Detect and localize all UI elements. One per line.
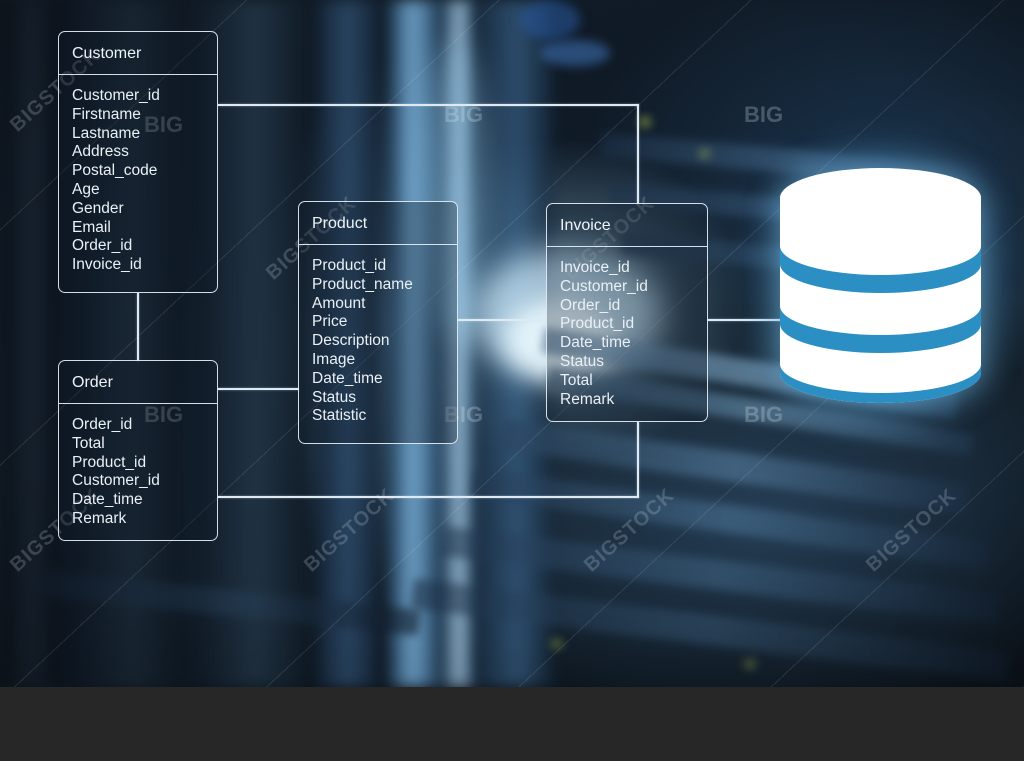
relation-customer-order xyxy=(137,293,139,361)
field: Product_id xyxy=(312,257,387,274)
field: Description xyxy=(312,332,390,350)
field: Order_id xyxy=(560,296,621,314)
entity-invoice-title: Invoice xyxy=(547,204,707,247)
database-cylinder-icon xyxy=(736,128,1024,446)
field: Status xyxy=(312,388,356,406)
entity-order-fields: Order_id Total Product_id Customer_id Da… xyxy=(59,404,217,539)
field: Date_time xyxy=(560,334,631,352)
field: Product_id xyxy=(560,315,635,333)
er-diagram: Customer Customer_id Firstname Lastname … xyxy=(0,0,1024,687)
entity-customer-title: Customer xyxy=(59,32,217,75)
field: Price xyxy=(312,313,348,331)
relation-order-invoice xyxy=(637,422,639,498)
field: Email xyxy=(72,218,111,236)
footer-bar: BIGSTOCK Image ID: 173377988 bigstock.co… xyxy=(0,687,1024,761)
relation-customer-invoice xyxy=(637,104,639,204)
entity-product[interactable]: Product Product_id Product_name Amount P… xyxy=(298,201,458,444)
field: Image xyxy=(312,350,356,368)
field: Firstname xyxy=(72,105,141,123)
relation-product-invoice xyxy=(458,319,546,321)
screenshot-root: BIG BIG BIG BIG BIG BIG BIGSTOCK BIGSTOC… xyxy=(0,0,1024,761)
field: Total xyxy=(72,434,105,452)
field: Remark xyxy=(72,509,127,527)
field: Product_id xyxy=(72,453,147,471)
database-cylinder-svg xyxy=(780,168,981,403)
entity-order-title: Order xyxy=(59,361,217,404)
field: Gender xyxy=(72,199,124,217)
field: Invoice_id xyxy=(72,256,142,274)
field: Customer_id xyxy=(72,87,160,104)
field: Customer_id xyxy=(560,277,648,295)
field: Date_time xyxy=(312,369,383,387)
entity-customer-fields: Customer_id Firstname Lastname Address P… xyxy=(59,75,217,285)
field: Order_id xyxy=(72,237,133,255)
entity-order[interactable]: Order Order_id Total Product_id Customer… xyxy=(58,360,218,541)
field: Age xyxy=(72,180,100,198)
field: Amount xyxy=(312,294,366,312)
field: Customer_id xyxy=(72,472,160,490)
field: Date_time xyxy=(72,491,143,509)
field: Invoice_id xyxy=(560,259,630,276)
field: Product_name xyxy=(312,275,413,293)
entity-product-fields: Product_id Product_name Amount Price Des… xyxy=(299,245,457,436)
field: Order_id xyxy=(72,416,133,433)
field: Total xyxy=(560,371,593,389)
field: Remark xyxy=(560,390,615,408)
entity-customer[interactable]: Customer Customer_id Firstname Lastname … xyxy=(58,31,218,293)
field: Postal_code xyxy=(72,162,158,180)
entity-invoice[interactable]: Invoice Invoice_id Customer_id Order_id … xyxy=(546,203,708,422)
relation-order-product xyxy=(218,388,299,390)
field: Address xyxy=(72,143,129,161)
relation-order-invoice xyxy=(218,496,639,498)
field: Status xyxy=(560,352,604,370)
entity-invoice-fields: Invoice_id Customer_id Order_id Product_… xyxy=(547,247,707,419)
relation-customer-invoice xyxy=(218,104,639,106)
entity-product-title: Product xyxy=(299,202,457,245)
field: Statistic xyxy=(312,407,367,425)
field: Lastname xyxy=(72,124,141,142)
